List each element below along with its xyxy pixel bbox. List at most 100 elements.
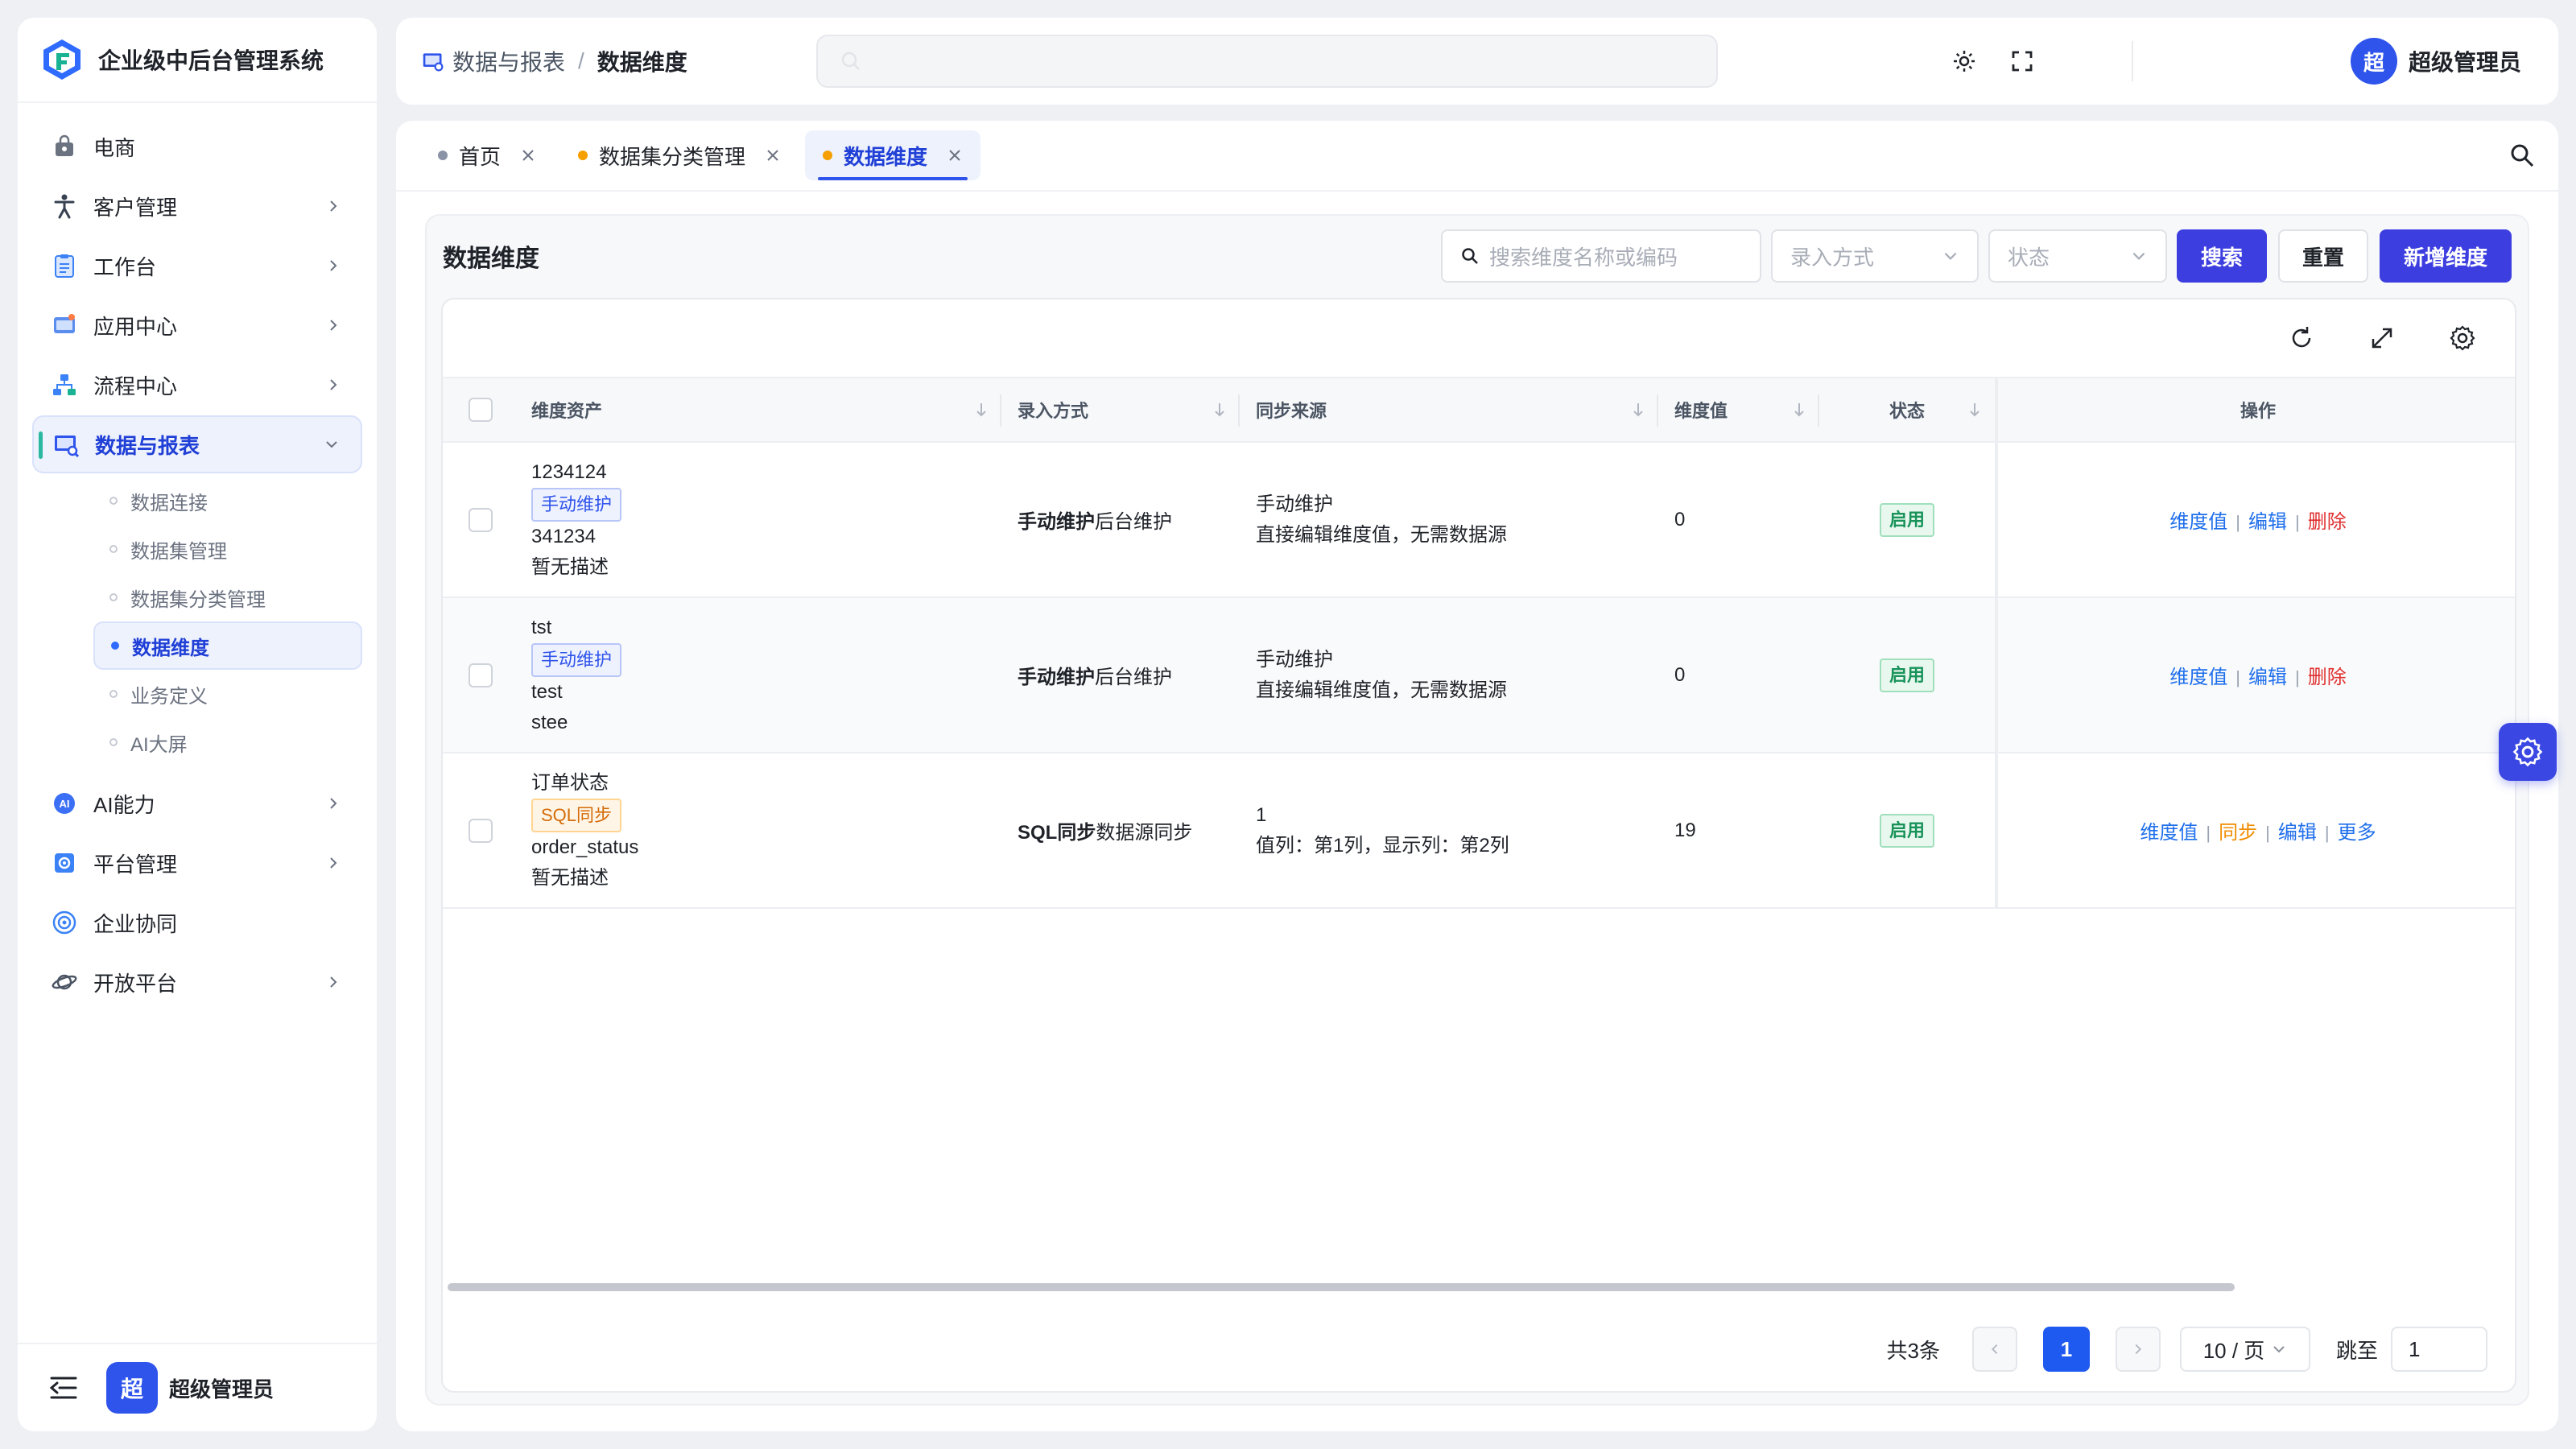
tab-home[interactable]: 首页 bbox=[420, 130, 554, 180]
sidebar-item-ecommerce[interactable]: 电商 bbox=[32, 118, 362, 175]
sidebar-item-label: AI能力 bbox=[93, 792, 155, 817]
select-placeholder: 状态 bbox=[2008, 245, 2050, 270]
entry-method-select[interactable]: 录入方式 bbox=[1771, 229, 1979, 283]
tab-dot-icon bbox=[438, 151, 448, 160]
submenu-item-business-definition[interactable]: 业务定义 bbox=[93, 670, 362, 718]
search-icon bbox=[1462, 248, 1478, 264]
sort-icon[interactable] bbox=[1212, 401, 1227, 419]
close-icon[interactable] bbox=[947, 147, 963, 163]
dimension-table-card: 维度资产 录入方式 同步来源 维度值 状态 操作 1234124 手动维护 34… bbox=[441, 298, 2516, 1393]
sidebar-item-customers[interactable]: 客户管理 bbox=[32, 177, 362, 235]
sidebar-item-label: 企业协同 bbox=[93, 911, 178, 936]
page-number[interactable]: 1 bbox=[2042, 1327, 2090, 1372]
total-count: 共3条 bbox=[1886, 1338, 1940, 1363]
avatar[interactable]: 超 bbox=[106, 1362, 158, 1414]
more-link[interactable]: 更多 bbox=[2338, 822, 2376, 844]
submenu-item-dataset-management[interactable]: 数据集管理 bbox=[93, 525, 362, 573]
expand-icon[interactable] bbox=[2368, 324, 2396, 352]
row-checkbox[interactable] bbox=[469, 507, 493, 532]
sidebar-item-ai[interactable]: AI AI能力 bbox=[32, 774, 362, 832]
sidebar-item-label: 电商 bbox=[93, 135, 136, 160]
edit-link[interactable]: 编辑 bbox=[2248, 667, 2287, 688]
value-cell: 19 bbox=[1658, 753, 1819, 909]
actions-cell: 维度值 | 同步 | 编辑 | 更多 bbox=[1995, 753, 2515, 909]
submenu-item-data-connection[interactable]: 数据连接 bbox=[93, 477, 362, 525]
delete-link[interactable]: 删除 bbox=[2308, 511, 2347, 533]
tab-dataset-category[interactable]: 数据集分类管理 bbox=[560, 130, 799, 180]
search-input[interactable]: 搜索维度名称或编码 bbox=[1441, 229, 1761, 283]
submenu-item-data-dimension[interactable]: 数据维度 bbox=[93, 621, 362, 670]
horizontal-scrollbar[interactable] bbox=[448, 1283, 2235, 1291]
submenu-item-ai-dashboard[interactable]: AI大屏 bbox=[93, 718, 362, 766]
edit-link[interactable]: 编辑 bbox=[2278, 822, 2317, 844]
column-header[interactable]: 状态 bbox=[1819, 377, 1996, 443]
submenu-label: 数据集管理 bbox=[130, 540, 227, 563]
close-icon[interactable] bbox=[520, 147, 536, 163]
entry-cell: SQL同步数据源同步 bbox=[1001, 753, 1240, 909]
settings-icon[interactable] bbox=[2449, 324, 2476, 352]
theme-toggle-icon[interactable] bbox=[1951, 48, 1977, 74]
sort-icon[interactable] bbox=[974, 401, 989, 419]
breadcrumb-separator: / bbox=[578, 48, 584, 73]
planet-icon bbox=[50, 968, 79, 997]
sidebar-item-workbench[interactable]: 工作台 bbox=[32, 237, 362, 295]
dimension-values-link[interactable]: 维度值 bbox=[2169, 511, 2227, 533]
column-header[interactable]: 同步来源 bbox=[1240, 377, 1658, 443]
column-header[interactable]: 录入方式 bbox=[1001, 377, 1240, 443]
sync-link[interactable]: 同步 bbox=[2219, 822, 2257, 844]
add-dimension-button[interactable]: 新增维度 bbox=[2380, 229, 2512, 283]
sort-icon[interactable] bbox=[1631, 401, 1645, 419]
platform-icon bbox=[50, 848, 79, 877]
table-row: 订单状态 SQL同步 order_status 暂无描述 SQL同步数据源同步 … bbox=[443, 753, 2515, 909]
reset-button[interactable]: 重置 bbox=[2278, 229, 2368, 283]
row-checkbox[interactable] bbox=[469, 818, 493, 843]
collaboration-icon bbox=[50, 908, 79, 937]
search-button[interactable]: 搜索 bbox=[2177, 229, 2267, 283]
select-all-checkbox[interactable] bbox=[469, 398, 493, 422]
sidebar-item-open-platform[interactable]: 开放平台 bbox=[32, 953, 362, 1011]
edit-link[interactable]: 编辑 bbox=[2248, 511, 2287, 533]
collapse-menu-icon[interactable] bbox=[50, 1376, 77, 1400]
page-size-select[interactable]: 10 / 页 bbox=[2179, 1327, 2310, 1372]
global-search-input[interactable] bbox=[816, 35, 1718, 88]
fullscreen-icon[interactable] bbox=[2009, 48, 2035, 74]
column-header[interactable]: 维度资产 bbox=[515, 377, 1001, 443]
asset-cell: 1234124 手动维护 341234 暂无描述 bbox=[515, 442, 1001, 598]
sidebar-item-flow-center[interactable]: 流程中心 bbox=[32, 356, 362, 414]
close-icon[interactable] bbox=[765, 147, 781, 163]
tab-data-dimension[interactable]: 数据维度 bbox=[805, 130, 981, 180]
delete-link[interactable]: 删除 bbox=[2308, 667, 2347, 688]
submenu-label: 数据连接 bbox=[130, 492, 208, 514]
sidebar-item-collaboration[interactable]: 企业协同 bbox=[32, 894, 362, 952]
chevron-down-icon bbox=[326, 441, 337, 448]
accessibility-icon bbox=[50, 192, 79, 221]
next-page-button[interactable] bbox=[2115, 1327, 2161, 1372]
search-icon bbox=[841, 52, 860, 70]
header-user-menu[interactable]: 超 超级管理员 bbox=[2351, 38, 2521, 85]
search-placeholder: 搜索维度名称或编码 bbox=[1489, 245, 1678, 270]
status-cell: 启用 bbox=[1819, 597, 1996, 753]
dimension-values-link[interactable]: 维度值 bbox=[2140, 822, 2198, 844]
search-icon[interactable] bbox=[2508, 142, 2536, 169]
sidebar-item-label: 客户管理 bbox=[93, 195, 178, 220]
breadcrumb-parent[interactable]: 数据与报表 bbox=[452, 45, 565, 77]
top-header: 数据与报表 / 数据维度 超 超级管理员 bbox=[396, 18, 2558, 105]
entry-tag: SQL同步 bbox=[531, 798, 622, 832]
floating-settings-button[interactable] bbox=[2499, 723, 2557, 781]
sidebar-item-app-center[interactable]: 应用中心 bbox=[32, 296, 362, 354]
sidebar-item-label: 平台管理 bbox=[93, 852, 178, 877]
status-select[interactable]: 状态 bbox=[1988, 229, 2167, 283]
tab-dot-icon bbox=[823, 151, 833, 160]
prev-page-button[interactable] bbox=[1971, 1327, 2017, 1372]
sidebar-item-data-reports[interactable]: 数据与报表 bbox=[32, 415, 362, 473]
submenu-item-dataset-category[interactable]: 数据集分类管理 bbox=[93, 573, 362, 621]
dimension-values-link[interactable]: 维度值 bbox=[2169, 667, 2227, 688]
chevron-down-icon bbox=[2132, 252, 2145, 260]
column-header[interactable]: 维度值 bbox=[1658, 377, 1819, 443]
row-checkbox[interactable] bbox=[469, 663, 493, 687]
jump-page-input[interactable]: 1 bbox=[2391, 1327, 2487, 1372]
refresh-icon[interactable] bbox=[2288, 324, 2315, 352]
sidebar-item-platform[interactable]: 平台管理 bbox=[32, 834, 362, 892]
sort-icon[interactable] bbox=[1792, 401, 1806, 419]
sort-icon[interactable] bbox=[1967, 401, 1982, 419]
